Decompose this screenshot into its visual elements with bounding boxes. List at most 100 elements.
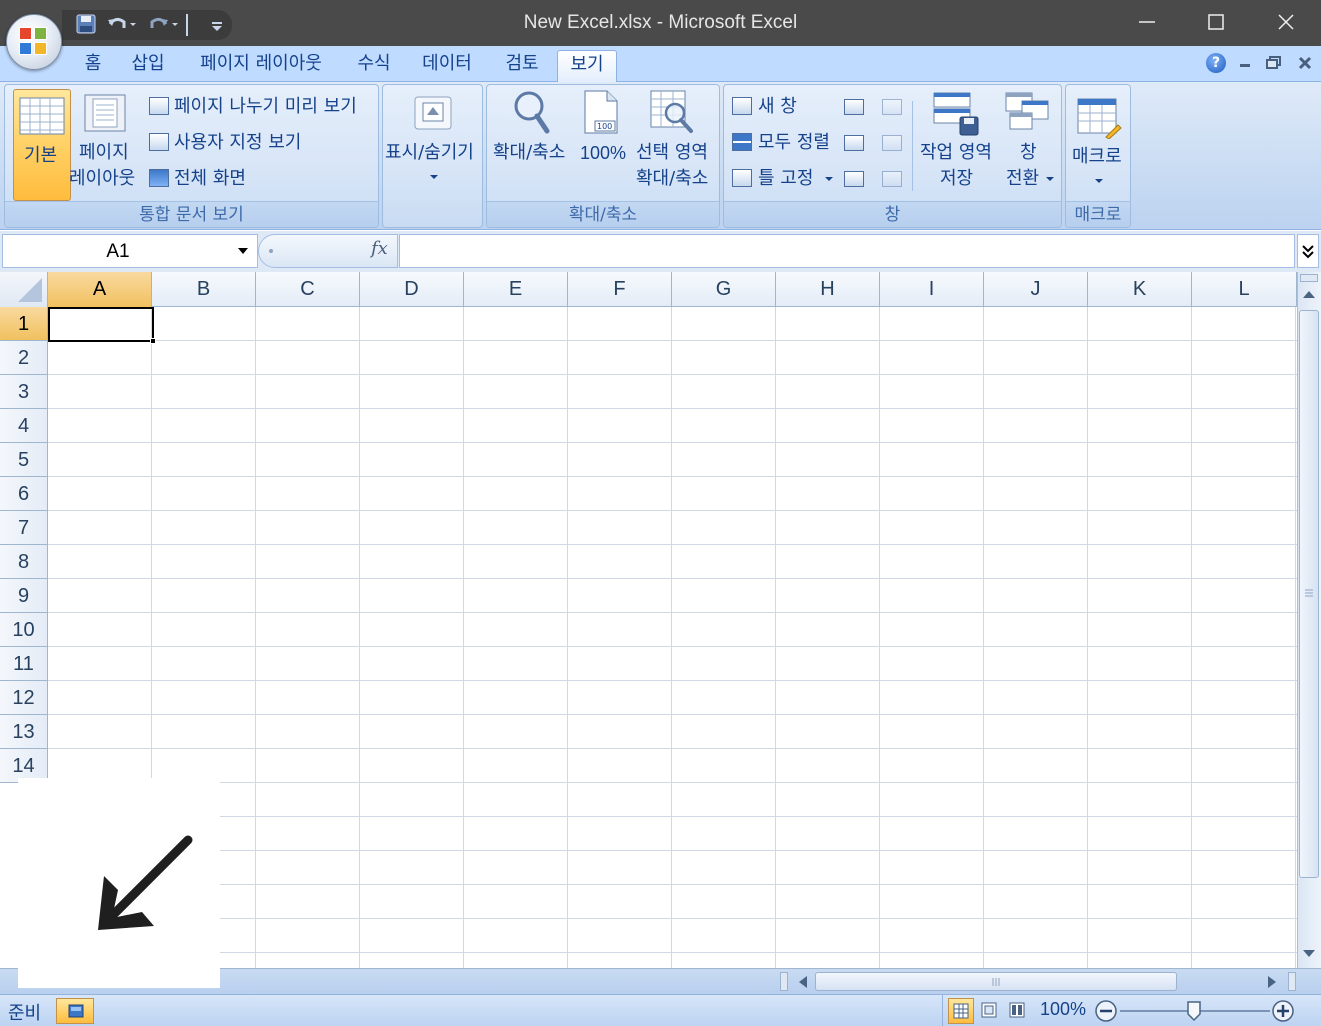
column-header-j[interactable]: J [984, 272, 1088, 307]
page-break-status-icon [1009, 1002, 1025, 1018]
tab-formulas[interactable]: 수식 [350, 50, 398, 82]
column-header-i[interactable]: I [880, 272, 984, 307]
scroll-up-icon[interactable] [1302, 288, 1316, 300]
help-icon[interactable]: ? [1206, 53, 1226, 73]
column-header-l[interactable]: L [1192, 272, 1297, 307]
macro-recording-button[interactable] [56, 998, 94, 1024]
close-button[interactable] [1252, 0, 1320, 46]
group-label-window: 창 [724, 201, 1061, 227]
cell-grid[interactable] [48, 307, 1297, 968]
workbook-restore-icon[interactable] [1266, 54, 1282, 75]
arrow-down-left-icon [98, 835, 193, 930]
split-icon[interactable] [844, 99, 864, 115]
zoom-out-icon[interactable] [1094, 999, 1118, 1023]
column-header-a[interactable]: A [48, 272, 152, 307]
row-header-1[interactable]: 1 [0, 307, 48, 341]
normal-view-button[interactable]: 기본 [13, 89, 71, 201]
page-layout-icon [84, 94, 126, 132]
workbook-close-icon[interactable] [1298, 54, 1312, 75]
freeze-panes-label: 틀 고정 [758, 168, 814, 189]
row-header-10[interactable]: 10 [0, 613, 48, 647]
page-layout-status-button[interactable] [977, 998, 1003, 1024]
tab-split-box[interactable] [780, 972, 788, 991]
show-hide-icon [414, 96, 452, 130]
workbook-minimize-icon[interactable] [1238, 54, 1252, 75]
normal-view-icon [19, 97, 65, 135]
row-header-13[interactable]: 13 [0, 715, 48, 749]
column-header-e[interactable]: E [464, 272, 568, 307]
page-layout-status-icon [981, 1002, 997, 1018]
vertical-scroll-thumb[interactable] [1299, 310, 1319, 878]
tab-view[interactable]: 보기 [557, 50, 617, 82]
tab-page-layout[interactable]: 페이지 레이아웃 [190, 50, 332, 82]
tab-data[interactable]: 데이터 [414, 50, 480, 82]
split-box-horizontal[interactable] [1288, 972, 1296, 991]
overlay-panel [18, 778, 220, 988]
split-box-vertical[interactable] [1300, 274, 1318, 282]
ribbon: 기본 페이지 레이아웃 페이지 나누기 미리 보기 사용자 지정 보기 전체 화… [0, 82, 1321, 230]
column-header-b[interactable]: B [152, 272, 256, 307]
reset-window-position-icon[interactable] [882, 171, 902, 187]
group-show-hide[interactable]: 표시/숨기기 [382, 84, 483, 228]
normal-view-status-button[interactable] [948, 998, 974, 1024]
row-header-9[interactable]: 9 [0, 579, 48, 613]
zoom-level[interactable]: 100% [1040, 999, 1086, 1020]
new-window-icon [732, 97, 752, 115]
switch-windows-dropdown-icon [1046, 177, 1054, 181]
column-header-h[interactable]: H [776, 272, 880, 307]
macros-dropdown-icon [1095, 179, 1103, 183]
freeze-panes-dropdown-icon [825, 177, 833, 181]
name-box[interactable]: A1 [2, 234, 258, 268]
zoom-in-icon[interactable] [1271, 999, 1295, 1023]
tab-home[interactable]: 홈 [74, 50, 112, 82]
formula-input[interactable] [399, 234, 1295, 268]
row-header-5[interactable]: 5 [0, 443, 48, 477]
row-header-6[interactable]: 6 [0, 477, 48, 511]
unhide-window-icon[interactable] [844, 171, 864, 187]
hide-window-icon[interactable] [844, 135, 864, 151]
tab-insert[interactable]: 삽입 [124, 50, 172, 82]
scroll-left-icon[interactable] [797, 975, 809, 989]
name-box-dropdown-icon[interactable] [237, 247, 249, 255]
new-window-label: 새 창 [758, 96, 797, 117]
maximize-button[interactable] [1182, 0, 1250, 46]
scroll-down-icon[interactable] [1302, 948, 1316, 960]
group-workbook-views: 기본 페이지 레이아웃 페이지 나누기 미리 보기 사용자 지정 보기 전체 화… [4, 84, 379, 228]
row-header-4[interactable]: 4 [0, 409, 48, 443]
select-all-corner[interactable] [0, 272, 48, 307]
group-label-zoom: 확대/축소 [487, 201, 719, 227]
zoom-slider-thumb[interactable] [1186, 1000, 1202, 1022]
scroll-right-icon[interactable] [1266, 975, 1278, 989]
expand-formula-bar-button[interactable] [1297, 234, 1319, 268]
row-header-11[interactable]: 11 [0, 647, 48, 681]
column-headers: ABCDEFGHIJKL [0, 272, 1297, 307]
tab-review[interactable]: 검토 [498, 50, 546, 82]
view-side-by-side-icon[interactable] [882, 99, 902, 115]
page-break-status-button[interactable] [1005, 998, 1031, 1024]
row-header-12[interactable]: 12 [0, 681, 48, 715]
column-header-f[interactable]: F [568, 272, 672, 307]
office-button[interactable] [6, 14, 62, 70]
svg-text:100: 100 [597, 122, 612, 131]
horizontal-scroll-thumb[interactable] [815, 972, 1177, 991]
formula-bar-handle-icon[interactable] [267, 247, 275, 255]
row-header-8[interactable]: 8 [0, 545, 48, 579]
column-header-k[interactable]: K [1088, 272, 1192, 307]
synchronous-scrolling-icon[interactable] [882, 135, 902, 151]
row-header-2[interactable]: 2 [0, 341, 48, 375]
fill-handle[interactable] [150, 338, 156, 344]
row-header-7[interactable]: 7 [0, 511, 48, 545]
active-cell[interactable] [48, 307, 154, 342]
minimize-button[interactable] [1113, 0, 1181, 46]
macros-label: 매크로 [1072, 146, 1122, 167]
save-workspace-label-2: 저장 [940, 168, 974, 189]
column-header-c[interactable]: C [256, 272, 360, 307]
insert-function-icon[interactable]: fx [371, 238, 388, 259]
normal-view-label: 기본 [24, 145, 58, 166]
zoom-to-selection-label-2: 확대/축소 [636, 168, 709, 189]
window-group-divider [912, 101, 913, 191]
row-header-3[interactable]: 3 [0, 375, 48, 409]
column-header-d[interactable]: D [360, 272, 464, 307]
column-header-g[interactable]: G [672, 272, 776, 307]
full-screen-icon [149, 169, 169, 187]
